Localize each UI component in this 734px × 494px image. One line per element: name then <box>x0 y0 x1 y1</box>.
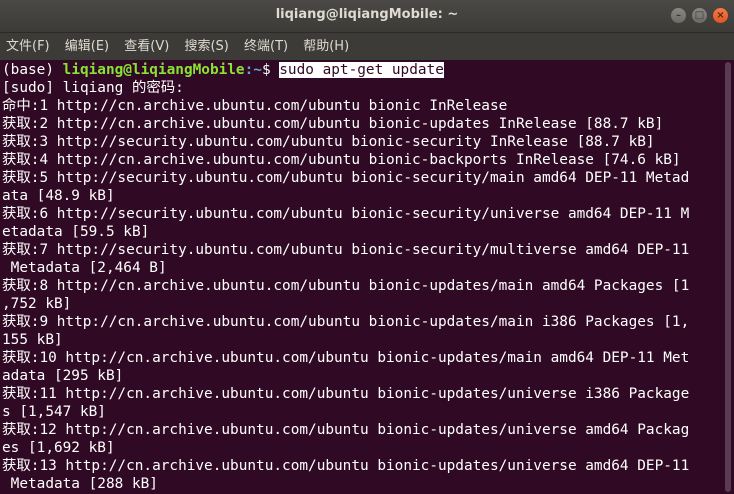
output-line: es [1,692 kB] <box>2 440 115 456</box>
close-icon[interactable]: × <box>713 8 728 23</box>
output-line: s [1,547 kB] <box>2 404 106 420</box>
terminal-output[interactable]: (base) liqiang@liqiangMobile:~$ sudo apt… <box>0 61 722 494</box>
output-line: 获取:2 http://cn.archive.ubuntu.com/ubuntu… <box>2 116 664 132</box>
output-line: 155 kB] <box>2 332 63 348</box>
output-line: 获取:12 http://cn.archive.ubuntu.com/ubunt… <box>2 422 690 438</box>
window-title: liqiang@liqiangMobile: ~ <box>275 7 459 22</box>
conda-env: (base) <box>2 62 63 78</box>
prompt-path: :~ <box>244 62 262 78</box>
prompt-line: (base) liqiang@liqiangMobile:~$ sudo apt… <box>0 61 722 79</box>
output-line: ,752 kB] <box>2 296 72 312</box>
output-line: 获取:13 http://cn.archive.ubuntu.com/ubunt… <box>2 458 690 474</box>
command-text: sudo apt-get update <box>279 62 444 78</box>
menu-file[interactable]: 文件(F) <box>0 33 55 60</box>
output-line: [sudo] liqiang 的密码: <box>2 80 184 96</box>
minimize-icon[interactable]: – <box>671 8 686 23</box>
menu-help[interactable]: 帮助(H) <box>297 33 354 60</box>
prompt-symbol: $ <box>261 62 280 78</box>
output-line: Metadata [288 kB] <box>2 476 158 492</box>
output-line: 获取:4 http://cn.archive.ubuntu.com/ubuntu… <box>2 152 681 168</box>
menu-view[interactable]: 查看(V) <box>118 33 174 60</box>
output-line: 获取:5 http://security.ubuntu.com/ubuntu b… <box>2 170 690 186</box>
output-line: Metadata [2,464 B] <box>2 260 167 276</box>
title-bar[interactable]: liqiang@liqiangMobile: ~ – □ × <box>0 0 734 33</box>
output-line: 获取:6 http://security.ubuntu.com/ubuntu b… <box>2 206 690 222</box>
output-line: 获取:8 http://cn.archive.ubuntu.com/ubuntu… <box>2 278 690 294</box>
output-line: 获取:3 http://security.ubuntu.com/ubuntu b… <box>2 134 655 150</box>
output-line: 获取:7 http://security.ubuntu.com/ubuntu b… <box>2 242 690 258</box>
output-line: etadata [59.5 kB] <box>2 224 150 240</box>
output-line: 获取:11 http://cn.archive.ubuntu.com/ubunt… <box>2 386 690 402</box>
output-line: 获取:9 http://cn.archive.ubuntu.com/ubuntu… <box>2 314 690 330</box>
output-line: adata [295 kB] <box>2 368 124 384</box>
scrollbar-thumb[interactable] <box>725 62 731 492</box>
menu-terminal[interactable]: 终端(T) <box>238 33 293 60</box>
terminal-window: liqiang@liqiangMobile: ~ – □ × 文件(F) 编辑(… <box>0 0 734 494</box>
menu-search[interactable]: 搜索(S) <box>178 33 233 60</box>
prompt-user-host: liqiang@liqiangMobile <box>62 62 245 78</box>
output-line: 命中:1 http://cn.archive.ubuntu.com/ubuntu… <box>2 98 508 114</box>
output-line: ata [48.9 kB] <box>2 188 115 204</box>
menu-bar: 文件(F) 编辑(E) 查看(V) 搜索(S) 终端(T) 帮助(H) <box>0 33 734 60</box>
output-line: 获取:10 http://cn.archive.ubuntu.com/ubunt… <box>2 350 690 366</box>
menu-edit[interactable]: 编辑(E) <box>59 33 114 60</box>
maximize-icon[interactable]: □ <box>692 8 707 23</box>
